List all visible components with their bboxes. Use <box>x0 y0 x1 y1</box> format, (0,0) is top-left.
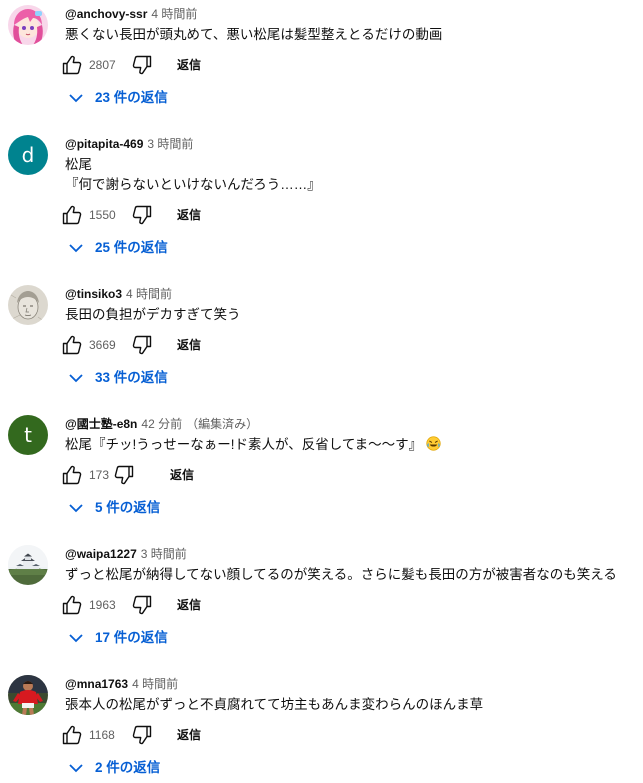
replies-count-label: 2 件の返信 <box>95 760 161 775</box>
like-count: 2807 <box>89 58 116 72</box>
like-button[interactable] <box>60 53 84 77</box>
reply-button[interactable]: 返信 <box>177 207 201 223</box>
dislike-button[interactable] <box>130 333 154 357</box>
comment-header: @mna1763 4 時間前 <box>65 676 178 692</box>
dislike-button[interactable] <box>130 723 154 747</box>
edited-label: （編集済み） <box>186 417 259 431</box>
comment-text: 松尾 <box>65 155 92 175</box>
avatar[interactable] <box>8 675 48 715</box>
comment-author[interactable]: @tinsiko3 <box>65 287 122 301</box>
avatar-letter: d <box>21 143 35 167</box>
comment-text-line: 張本人の松尾がずっと不貞腐れてて坊主もあんま変わらんのほんま草 <box>65 697 484 712</box>
comment-text: 『何で謝らないといけないんだろう……』 <box>65 175 321 195</box>
like-button[interactable] <box>60 333 84 357</box>
dislike-button[interactable] <box>130 203 154 227</box>
comment-timestamp[interactable]: 4 時間前 <box>126 287 172 301</box>
comment-actions: 2807 返信 <box>60 53 460 77</box>
comment-actions: 1963 返信 <box>60 593 460 617</box>
comment-text-line: 松尾 <box>65 157 92 172</box>
comment-text-line: 『何で謝らないといけないんだろう……』 <box>65 177 321 192</box>
dislike-button[interactable] <box>130 593 154 617</box>
like-count: 3669 <box>89 338 116 352</box>
like-button[interactable] <box>60 463 84 487</box>
thumbs-up-icon <box>62 205 82 225</box>
comment-text: 長田の負担がデカすぎて笑う <box>65 305 241 325</box>
like-button[interactable] <box>60 723 84 747</box>
thumbs-down-icon <box>132 335 152 355</box>
comment-author[interactable]: @國士塾-e8n <box>65 417 137 431</box>
reply-button[interactable]: 返信 <box>170 467 194 483</box>
comment-text: 張本人の松尾がずっと不貞腐れてて坊主もあんま変わらんのほんま草 <box>65 695 483 715</box>
comment-header: @waipa1227 3 時間前 <box>65 546 187 562</box>
chevron-down-icon <box>68 761 84 775</box>
laughing-emoji-icon <box>426 436 441 451</box>
comment-author[interactable]: @pitapita-469 <box>65 137 143 151</box>
like-count: 1550 <box>89 208 116 222</box>
chevron-down-icon <box>68 241 84 255</box>
thumbs-down-icon <box>132 55 152 75</box>
like-count: 1168 <box>89 728 115 742</box>
comment-header: @anchovy-ssr 4 時間前 <box>65 6 197 22</box>
reply-button[interactable]: 返信 <box>177 337 201 353</box>
comment-actions: 3669 返信 <box>60 333 460 357</box>
replies-count-label: 23 件の返信 <box>95 90 168 105</box>
comment-actions: 173 返信 <box>60 463 460 487</box>
comment-text: 松尾『チッ!うっせーなぁー!ド素人が、反省してま〜〜す』 <box>65 435 441 455</box>
comment-text-line: ずっと松尾が納得してない顔してるのが笑える。さらに髪も長田の方が被害者なのも笑え… <box>65 567 617 582</box>
replies-count-label: 25 件の返信 <box>95 240 168 255</box>
like-count: 173 <box>89 468 110 482</box>
avatar[interactable] <box>8 5 48 45</box>
like-button[interactable] <box>60 203 84 227</box>
chevron-down-icon <box>68 91 84 105</box>
comment-actions: 1550 返信 <box>60 203 460 227</box>
thumbs-up-icon <box>62 725 82 745</box>
comment-text-line: 悪くない長田が頭丸めて、悪い松尾は髪型整えとるだけの動画 <box>65 27 443 42</box>
like-button[interactable] <box>60 593 84 617</box>
comment-author[interactable]: @mna1763 <box>65 677 128 691</box>
thumbs-up-icon <box>62 55 82 75</box>
chevron-down-icon <box>68 631 84 645</box>
replies-count-label: 33 件の返信 <box>95 370 168 385</box>
thumbs-down-icon <box>132 205 152 225</box>
thumbs-up-icon <box>62 465 82 485</box>
comment-author[interactable]: @waipa1227 <box>65 547 137 561</box>
comment-header: @國士塾-e8n 42 分前 （編集済み） <box>65 416 258 432</box>
comment-text-line: 松尾『チッ!うっせーなぁー!ド素人が、反省してま〜〜す』 <box>65 437 423 452</box>
comment-header: @pitapita-469 3 時間前 <box>65 136 193 152</box>
comment-actions: 1168 返信 <box>60 723 460 747</box>
comment-timestamp[interactable]: 4 時間前 <box>132 677 178 691</box>
dislike-button[interactable] <box>112 463 136 487</box>
comments-list: @anchovy-ssr 4 時間前 悪くない長田が頭丸めて、悪い松尾は髪型整えとる… <box>0 0 643 783</box>
avatar-letter: t <box>24 423 32 447</box>
thumbs-down-icon <box>132 595 152 615</box>
dislike-button[interactable] <box>130 53 154 77</box>
avatar[interactable] <box>8 285 48 325</box>
chevron-down-icon <box>68 371 84 385</box>
comment-author[interactable]: @anchovy-ssr <box>65 7 147 21</box>
thumbs-up-icon <box>62 335 82 355</box>
replies-count-label: 17 件の返信 <box>95 630 168 645</box>
comment-text: 悪くない長田が頭丸めて、悪い松尾は髪型整えとるだけの動画 <box>65 25 442 45</box>
comment-text-line: 長田の負担がデカすぎて笑う <box>65 307 241 322</box>
comment-timestamp[interactable]: 3 時間前 <box>147 137 193 151</box>
comment-timestamp[interactable]: 42 分前 <box>141 417 182 431</box>
thumbs-up-icon <box>62 595 82 615</box>
avatar[interactable]: t <box>8 415 48 455</box>
comment-timestamp[interactable]: 3 時間前 <box>141 547 187 561</box>
reply-button[interactable]: 返信 <box>177 597 201 613</box>
reply-button[interactable]: 返信 <box>177 727 201 743</box>
like-count: 1963 <box>89 598 116 612</box>
comment-text: ずっと松尾が納得してない顔してるのが笑える。さらに髪も長田の方が被害者なのも笑え… <box>65 565 617 585</box>
avatar[interactable]: d <box>8 135 48 175</box>
thumbs-down-icon <box>114 465 134 485</box>
replies-count-label: 5 件の返信 <box>95 500 161 515</box>
reply-button[interactable]: 返信 <box>177 57 201 73</box>
thumbs-down-icon <box>132 725 152 745</box>
avatar[interactable] <box>8 545 48 585</box>
comment-timestamp[interactable]: 4 時間前 <box>151 7 197 21</box>
chevron-down-icon <box>68 501 84 515</box>
comment-header: @tinsiko3 4 時間前 <box>65 286 172 302</box>
